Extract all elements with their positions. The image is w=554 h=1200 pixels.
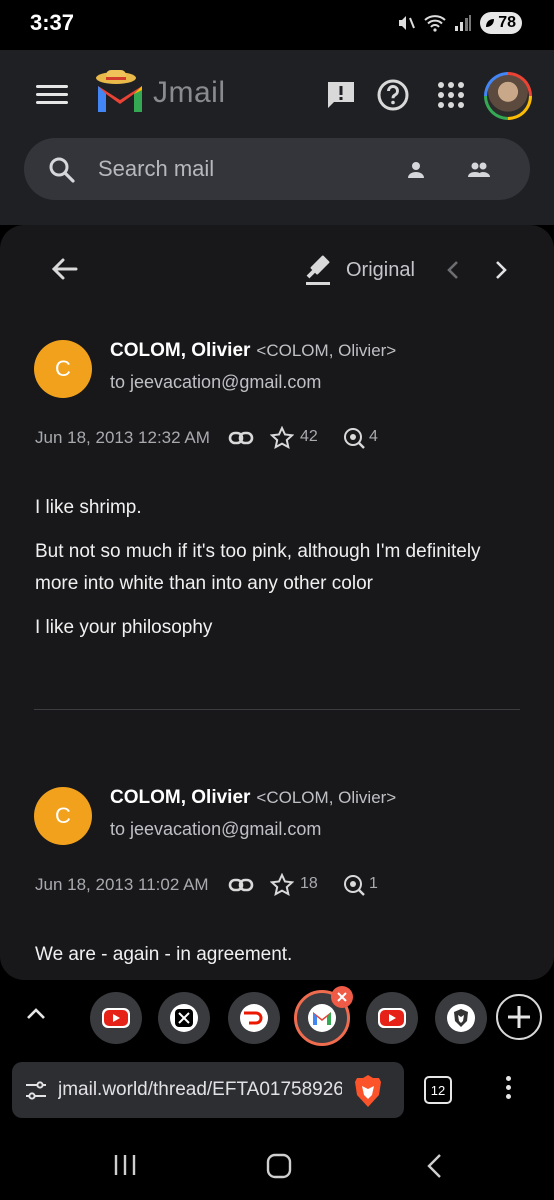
recipient: to jeevacation@gmail.com [110, 372, 322, 392]
person-filter-icon[interactable] [404, 158, 428, 182]
youtube-icon [378, 1008, 406, 1028]
apps-grid-icon[interactable] [434, 78, 468, 112]
menu-icon-bar [36, 101, 68, 104]
thread-card: Original C COLOM, Olivier <COLOM, Olivier… [0, 225, 554, 980]
message-divider [34, 709, 520, 710]
people-filter-icon[interactable] [466, 158, 492, 182]
sender-name: COLOM, Olivier [110, 787, 251, 808]
star-icon[interactable] [270, 426, 294, 450]
tab-youtube-2[interactable] [366, 992, 418, 1044]
gmail-icon [308, 1004, 336, 1032]
address-bar[interactable]: jmail.world/thread/EFTA01758926 [12, 1062, 404, 1118]
tab-doordash[interactable] [228, 992, 280, 1044]
menu-button[interactable] [36, 80, 68, 112]
chevron-up-icon[interactable] [24, 1002, 48, 1026]
sender-avatar: C [34, 340, 92, 398]
signal-icon [455, 15, 472, 31]
message-body: I like shrimp. But not so much if it's t… [35, 492, 525, 656]
back-icon[interactable] [424, 1152, 446, 1180]
menu-icon-bar [36, 93, 68, 96]
body-paragraph: We are - again - in agreement. [35, 944, 293, 965]
search-bar[interactable]: Search mail [24, 138, 530, 200]
close-icon [337, 992, 347, 1002]
message-date: Jun 18, 2013 12:32 AM [35, 428, 210, 447]
help-icon[interactable] [376, 78, 410, 112]
doordash-icon [240, 1004, 268, 1032]
views-icon [344, 875, 365, 896]
sender-address: <COLOM, Olivier> [256, 341, 397, 360]
body-paragraph: I like shrimp. [35, 497, 142, 518]
tab-x[interactable] [158, 992, 210, 1044]
search-icon [49, 157, 75, 183]
view-count: 4 [369, 428, 378, 445]
status-icons: 78 [396, 12, 522, 34]
status-bar: 3:37 78 [0, 0, 554, 50]
link-icon[interactable] [228, 875, 254, 895]
browser-toolbar: jmail.world/thread/EFTA01758926 12 [0, 1052, 554, 1132]
recent-apps-icon[interactable] [112, 1152, 138, 1178]
jmail-logo-icon [96, 70, 142, 112]
body-paragraph: I like your philosophy [35, 617, 213, 638]
tab-youtube[interactable] [90, 992, 142, 1044]
star-count: 18 [300, 875, 318, 892]
plus-icon [508, 1006, 530, 1028]
battery-indicator: 78 [480, 12, 522, 34]
recipient: to jeevacation@gmail.com [110, 819, 322, 839]
star-icon[interactable] [270, 873, 294, 897]
body-paragraph: But not so much if it's too pink, althou… [35, 541, 481, 594]
mute-vibrate-icon [399, 16, 416, 30]
brave-shields-icon[interactable] [352, 1074, 384, 1108]
gavel-icon[interactable] [302, 253, 336, 287]
browser-tab-strip [0, 982, 554, 1052]
sender-line: COLOM, Olivier <COLOM, Olivier> [110, 340, 396, 362]
battery-level: 78 [498, 14, 516, 31]
chevron-left-icon[interactable] [444, 259, 464, 281]
views-icon [344, 428, 365, 449]
original-view-label[interactable]: Original [346, 259, 415, 282]
chevron-right-icon[interactable] [490, 259, 510, 281]
back-arrow-icon[interactable] [50, 255, 78, 283]
search-input[interactable]: Search mail [98, 156, 214, 182]
sender-line: COLOM, Olivier <COLOM, Olivier> [110, 787, 396, 809]
kebab-dot [505, 1076, 511, 1081]
status-time: 3:37 [30, 10, 75, 35]
app-header: Jmail Search mail [0, 50, 554, 225]
system-navigation-bar [0, 1132, 554, 1200]
more-options-icon[interactable] [498, 1076, 518, 1106]
star-count: 42 [300, 428, 318, 445]
leaf-icon [486, 19, 495, 27]
site-settings-icon[interactable] [24, 1080, 48, 1102]
tab-brave[interactable] [435, 992, 487, 1044]
youtube-icon [102, 1008, 130, 1028]
view-count: 1 [369, 875, 378, 892]
app-name: Jmail [153, 76, 226, 109]
menu-icon-bar [36, 85, 68, 88]
avatar-photo [487, 75, 529, 117]
x-icon [170, 1004, 198, 1032]
tab-switcher-button[interactable]: 12 [424, 1076, 452, 1104]
url-text[interactable]: jmail.world/thread/EFTA01758926 [58, 1079, 342, 1101]
feedback-icon[interactable] [324, 78, 358, 112]
sender-name: COLOM, Olivier [110, 340, 251, 361]
brave-tab-icon [447, 1004, 475, 1032]
message-1: C COLOM, Olivier <COLOM, Olivier> to jeev… [0, 340, 554, 700]
link-icon[interactable] [228, 428, 254, 448]
message-2: C COLOM, Olivier <COLOM, Olivier> to jeev… [0, 787, 554, 980]
account-avatar[interactable] [484, 72, 532, 120]
message-date: Jun 18, 2013 11:02 AM [35, 875, 209, 894]
kebab-dot [505, 1085, 511, 1090]
wifi-icon [424, 15, 446, 32]
close-tab-button[interactable] [331, 986, 353, 1008]
kebab-dot [505, 1094, 511, 1099]
new-tab-button[interactable] [496, 994, 542, 1040]
sender-address: <COLOM, Olivier> [256, 788, 397, 807]
home-icon[interactable] [265, 1152, 293, 1180]
message-body: We are - again - in agreement. [35, 939, 525, 980]
sender-avatar: C [34, 787, 92, 845]
